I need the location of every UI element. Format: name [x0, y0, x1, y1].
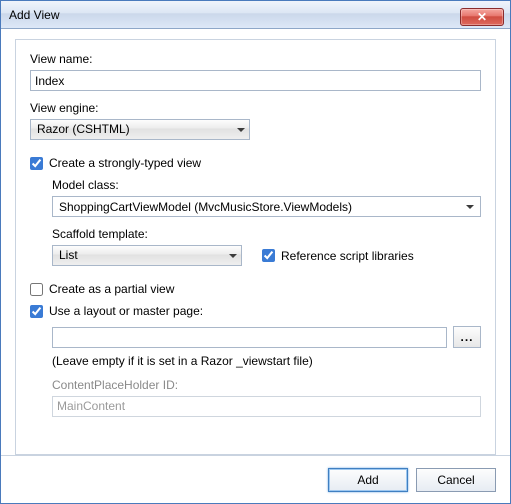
reference-scripts-label: Reference script libraries	[281, 249, 414, 263]
chevron-down-icon	[229, 254, 237, 258]
cph-value: MainContent	[57, 399, 125, 413]
close-icon: ✕	[477, 10, 487, 24]
add-button[interactable]: Add	[328, 468, 408, 492]
view-engine-combo[interactable]: Razor (CSHTML)	[30, 119, 250, 140]
browse-button[interactable]: ...	[453, 326, 481, 348]
model-class-combo[interactable]: ShoppingCartViewModel (MvcMusicStore.Vie…	[52, 196, 481, 217]
close-button[interactable]: ✕	[460, 8, 504, 26]
cancel-button[interactable]: Cancel	[416, 468, 496, 492]
scaffold-value: List	[59, 246, 78, 265]
layout-group: ... (Leave empty if it is set in a Razor…	[52, 326, 481, 417]
use-layout-row: Use a layout or master page:	[30, 304, 481, 318]
use-layout-label: Use a layout or master page:	[49, 304, 203, 318]
partial-view-row: Create as a partial view	[30, 282, 481, 296]
scaffold-combo[interactable]: List	[52, 245, 242, 266]
chevron-down-icon	[466, 205, 474, 209]
dialog-footer: Add Cancel	[1, 455, 510, 503]
strongly-typed-label: Create a strongly-typed view	[49, 156, 201, 170]
chevron-down-icon	[237, 128, 245, 132]
reference-scripts-checkbox[interactable]	[262, 249, 275, 262]
content-panel: View name: View engine: Razor (CSHTML) C…	[15, 39, 496, 455]
view-engine-row: View engine: Razor (CSHTML)	[30, 101, 481, 140]
strongly-typed-row: Create a strongly-typed view	[30, 156, 481, 170]
partial-view-label: Create as a partial view	[49, 282, 174, 296]
ellipsis-icon: ...	[460, 330, 473, 344]
model-class-label: Model class:	[52, 178, 481, 192]
cph-input: MainContent	[52, 396, 481, 417]
view-engine-value: Razor (CSHTML)	[37, 120, 130, 139]
titlebar: Add View ✕	[1, 1, 510, 29]
strongly-typed-group: Model class: ShoppingCartViewModel (MvcM…	[52, 178, 481, 266]
view-name-label: View name:	[30, 52, 481, 66]
strongly-typed-checkbox[interactable]	[30, 157, 43, 170]
partial-view-checkbox[interactable]	[30, 283, 43, 296]
view-name-input[interactable]	[30, 70, 481, 91]
use-layout-checkbox[interactable]	[30, 305, 43, 318]
model-class-value: ShoppingCartViewModel (MvcMusicStore.Vie…	[59, 200, 352, 214]
add-view-dialog: Add View ✕ View name: View engine: Razor…	[0, 0, 511, 504]
view-engine-label: View engine:	[30, 101, 481, 115]
dialog-body: View name: View engine: Razor (CSHTML) C…	[1, 29, 510, 455]
layout-hint: (Leave empty if it is set in a Razor _vi…	[52, 354, 481, 368]
view-name-row: View name:	[30, 52, 481, 91]
window-title: Add View	[9, 8, 59, 22]
layout-path-input[interactable]	[52, 327, 447, 348]
cph-label: ContentPlaceHolder ID:	[52, 378, 481, 392]
scaffold-label: Scaffold template:	[52, 227, 481, 241]
